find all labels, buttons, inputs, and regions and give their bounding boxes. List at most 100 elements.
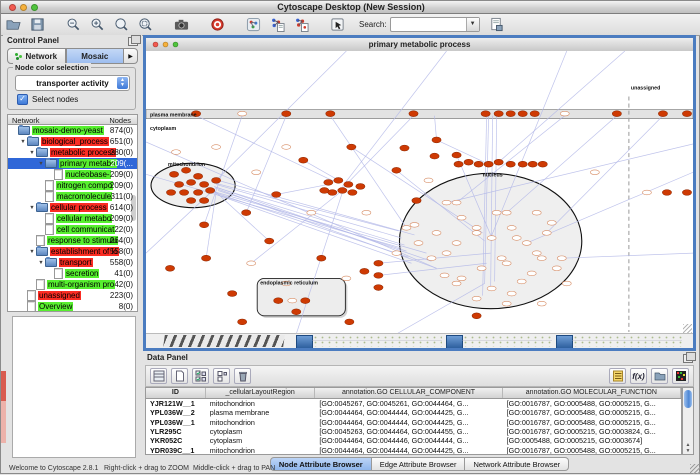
float-panel-icon[interactable] xyxy=(683,354,693,363)
network-tree-item[interactable]: Overview8(0) xyxy=(8,301,137,312)
network-node xyxy=(186,179,195,185)
zoom-out-icon xyxy=(66,17,81,32)
network-canvas[interactable]: plasma membranecytoplasmmitochondrionnuc… xyxy=(146,51,693,334)
float-panel-icon[interactable] xyxy=(128,37,138,46)
zoom-fit-button[interactable] xyxy=(112,16,130,34)
network-node xyxy=(427,256,436,261)
background-scrollbar-thumb[interactable] xyxy=(296,335,313,348)
expand-arrow-icon[interactable]: ▼ xyxy=(37,260,45,266)
network-node xyxy=(356,184,365,190)
tab-mosaic[interactable]: Mosaic xyxy=(66,48,125,64)
zoom-selected-button[interactable] xyxy=(136,16,154,34)
expand-arrow-icon[interactable]: ▼ xyxy=(28,249,36,255)
expand-arrow-icon[interactable]: ▼ xyxy=(19,139,27,145)
attribute-table[interactable]: ID_cellularLayoutRegionannotation.GO CEL… xyxy=(145,387,682,455)
create-attribute-button[interactable] xyxy=(171,368,188,384)
function-builder-button[interactable]: f(x) xyxy=(630,368,647,384)
attribute-list-button[interactable] xyxy=(609,368,626,384)
background-scrollbar-thumb[interactable] xyxy=(556,335,573,348)
scrollbar-arrows[interactable]: ▲▼ xyxy=(683,442,693,454)
network-view-window[interactable]: primary metabolic process plasma membran… xyxy=(143,35,696,351)
zoom-in-button[interactable] xyxy=(88,16,106,34)
network-tree-item[interactable]: multi-organism pro42(0) xyxy=(8,279,137,290)
tabs-overflow-arrow[interactable]: ▶ xyxy=(124,48,138,64)
create-view-button[interactable] xyxy=(268,16,286,34)
network-tree-item[interactable]: cell communicat22(0) xyxy=(8,224,137,235)
network-node xyxy=(212,145,221,150)
unselect-all-attributes-button[interactable] xyxy=(213,368,230,384)
network-edge xyxy=(214,186,431,261)
table-row[interactable]: YPL036W__2plasma membrane[GO:0044464, GO… xyxy=(146,408,681,417)
attribute-matrix-button[interactable] xyxy=(672,368,689,384)
network-graph[interactable]: plasma membranecytoplasmmitochondrionnuc… xyxy=(146,51,693,334)
network-tree-item[interactable]: nitrogen compo209(0) xyxy=(8,180,137,191)
table-row[interactable]: YPL036W__1mitochondrion[GO:0044464, GO:0… xyxy=(146,418,681,427)
network-tree-item[interactable]: secretion41(0) xyxy=(8,268,137,279)
network-tree-item[interactable]: unassigned223(0) xyxy=(8,290,137,301)
table-cell: YPL036W__1 xyxy=(146,418,206,427)
select-all-attributes-button[interactable] xyxy=(192,368,209,384)
column-header[interactable]: ID xyxy=(146,388,206,398)
search-input[interactable]: ▼ xyxy=(390,17,480,32)
network-tree-item[interactable]: nucleobase-209(0) xyxy=(8,169,137,180)
expand-arrow-icon[interactable]: ▼ xyxy=(28,205,36,211)
network-node xyxy=(497,256,506,261)
help-button[interactable] xyxy=(208,16,226,34)
column-header[interactable]: _cellularLayoutRegion xyxy=(206,388,316,398)
network-tree-item[interactable]: ▼primary metabo209(... xyxy=(8,158,137,169)
expand-arrow-icon[interactable]: ▼ xyxy=(37,161,45,167)
table-row[interactable]: YKR052Ccytoplasm[GO:0044464, GO:0044446,… xyxy=(146,436,681,445)
view-resize-grip[interactable] xyxy=(683,324,692,333)
titlebar[interactable]: Cytoscape Desktop (New Session) xyxy=(1,1,700,14)
node-color-dropdown[interactable]: transporter activity ▲▼ xyxy=(15,75,130,91)
network-node xyxy=(440,273,449,278)
destroy-view-button[interactable] xyxy=(292,16,310,34)
network-node xyxy=(186,198,195,204)
delete-attribute-button[interactable] xyxy=(234,368,251,384)
expand-arrow-icon[interactable]: ▼ xyxy=(28,150,36,156)
network-tree-item[interactable]: ▼transport558(0) xyxy=(8,257,137,268)
select-nodes-checkbox[interactable]: ✓ xyxy=(17,94,28,105)
annotation-button[interactable] xyxy=(328,16,346,34)
folder-icon xyxy=(45,258,57,267)
table-cell: [GO:0045267, GO:0045261, GO:0044464, G..… xyxy=(315,399,502,408)
network-node xyxy=(477,266,486,271)
column-header[interactable]: annotation.GO MOLECULAR_FUNCTION xyxy=(503,388,681,398)
snapshot-button[interactable] xyxy=(172,16,190,34)
network-tree-item[interactable]: macromolecule311(0) xyxy=(8,191,137,202)
table-vertical-scrollbar[interactable]: ▲▼ xyxy=(682,387,694,455)
scrollbar-thumb[interactable] xyxy=(684,390,692,408)
zoom-out-button[interactable] xyxy=(64,16,82,34)
network-overview-button[interactable] xyxy=(244,16,262,34)
table-row[interactable]: YLR295Ccytoplasm[GO:0045263, GO:0044464,… xyxy=(146,427,681,436)
network-tree-item[interactable]: ▼cellular process614(0) xyxy=(8,202,137,213)
table-row[interactable]: YJR121W__1mitochondrion[GO:0045267, GO:0… xyxy=(146,399,681,408)
network-tree-item[interactable]: mosaic-demo-yeast874(0) xyxy=(8,125,137,136)
import-attributes-button[interactable] xyxy=(651,368,668,384)
tab-network[interactable]: Network xyxy=(7,48,66,64)
window-resize-grip[interactable] xyxy=(690,464,700,474)
file-icon xyxy=(45,180,54,191)
network-tree-item[interactable]: response to stimulu264(0) xyxy=(8,235,137,246)
network-tree-item[interactable]: ▼metabolic process280(0) xyxy=(8,147,137,158)
chevron-down-icon[interactable]: ▼ xyxy=(466,18,479,31)
network-tree-item[interactable]: cellular metabo209(0) xyxy=(8,213,137,224)
table-row[interactable]: YDR039C__1mitochondrion[GO:0044464, GO:0… xyxy=(146,445,681,454)
birdseye-overview-panel[interactable] xyxy=(12,316,136,458)
column-header[interactable]: annotation.GO CELLULAR_COMPONENT xyxy=(315,388,502,398)
attribute-list-icon xyxy=(612,370,624,382)
network-tree-item[interactable]: ▼establishment of lo558(0) xyxy=(8,246,137,257)
network-view-titlebar[interactable]: primary metabolic process xyxy=(146,38,693,52)
table-cell: mitochondrion xyxy=(206,418,316,427)
network-tree-item[interactable]: ▼biological_process651(0) xyxy=(8,136,137,147)
open-file-button[interactable] xyxy=(4,16,22,34)
unselect-attributes-icon xyxy=(216,370,228,382)
network-edge xyxy=(437,140,489,164)
save-button[interactable] xyxy=(28,16,46,34)
compartment-label: cytoplasm xyxy=(150,126,176,132)
network-node xyxy=(432,137,441,143)
background-scrollbar-thumb[interactable] xyxy=(446,335,463,348)
select-attributes-button[interactable] xyxy=(150,368,167,384)
import-button[interactable] xyxy=(488,16,506,34)
network-node xyxy=(430,153,439,159)
